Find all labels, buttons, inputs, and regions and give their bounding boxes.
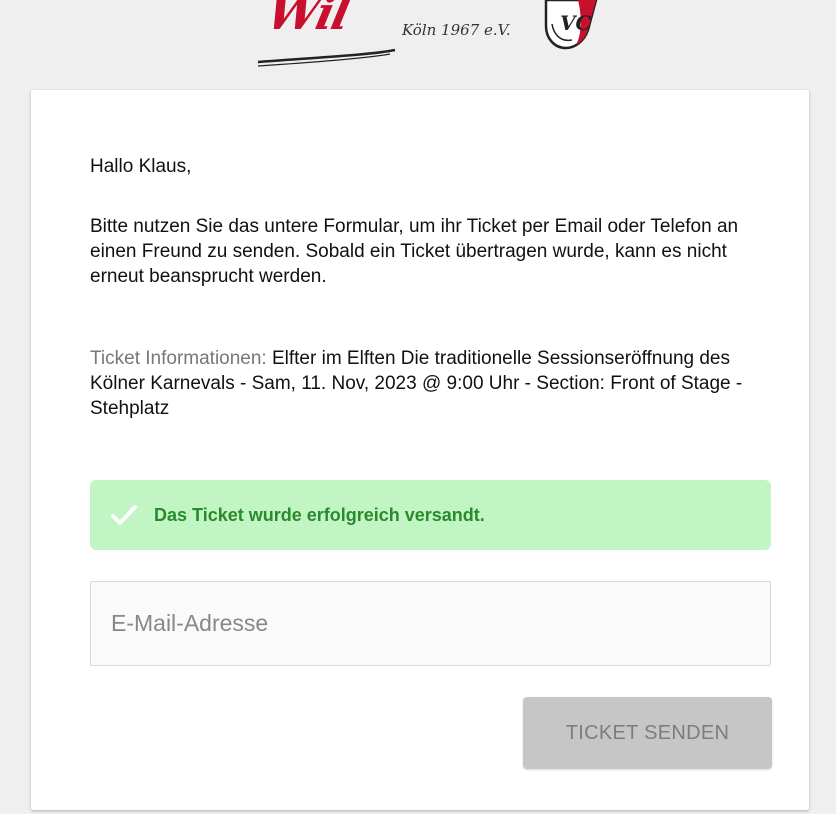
header: Wil Köln 1967 e.V. VC — [0, 0, 836, 90]
checkmark-icon — [111, 505, 137, 525]
ticket-info-label: Ticket Informationen: — [90, 348, 272, 369]
greeting-text: Hallo Klaus, — [90, 156, 192, 177]
logo-script-text: Wil — [262, 0, 354, 40]
ticket-transfer-card: Hallo Klaus, Bitte nutzen Sie das untere… — [31, 90, 809, 810]
email-input[interactable] — [90, 581, 771, 666]
page: Wil Köln 1967 e.V. VC Hallo Klaus, Bitte… — [0, 0, 836, 814]
success-alert-text: Das Ticket wurde erfolgreich versandt. — [154, 504, 485, 525]
ticket-info: Ticket Informationen: Elfter im Elften D… — [90, 346, 790, 421]
logo-badge-letters: VC — [560, 11, 592, 35]
intro-text: Bitte nutzen Sie das untere Formular, um… — [90, 216, 739, 287]
send-ticket-button[interactable]: TICKET SENDEN — [523, 697, 772, 769]
logo-badge-icon: VC — [544, 0, 598, 50]
club-logo: Wil Köln 1967 e.V. VC — [250, 0, 630, 80]
success-alert: Das Ticket wurde erfolgreich versandt. — [90, 480, 771, 550]
logo-subtitle: Köln 1967 e.V. — [402, 21, 511, 39]
